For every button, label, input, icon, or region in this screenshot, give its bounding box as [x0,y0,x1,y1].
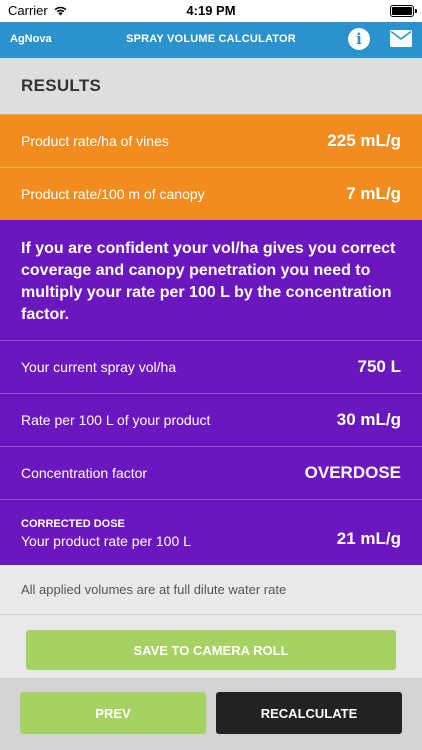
row-value: 21 mL/g [336,529,401,548]
row-value: 30 mL/g [336,410,401,429]
recalculate-button[interactable]: RECALCULATE [216,692,402,734]
rate-per-ha-row: Product rate/ha of vines 225 mL/g [0,114,422,167]
row-label: Product rate/100 m of canopy [21,186,205,202]
corrected-dose-row: CORRECTED DOSE Your product rate per 100… [0,499,422,565]
mail-icon[interactable] [390,30,412,47]
results-header: RESULTS [0,58,422,114]
bottom-bar: PREV RECALCULATE [0,678,422,750]
row-label: Your product rate per 100 L [21,533,191,549]
battery-icon [390,5,417,17]
nav-bar: AgNova SPRAY VOLUME CALCULATOR i [0,22,422,58]
row-value: 750 L [357,357,401,376]
save-to-camera-roll-button[interactable]: SAVE TO CAMERA ROLL [26,630,396,670]
concentration-info-text: If you are confident your vol/ha gives y… [0,220,422,340]
results-heading: RESULTS [21,76,102,95]
rate-per-100l-row: Rate per 100 L of your product 30 mL/g [0,393,422,446]
row-label: Your current spray vol/ha [21,359,177,375]
prev-button[interactable]: PREV [20,692,206,734]
row-value: OVERDOSE [304,463,401,482]
rate-per-100m-row: Product rate/100 m of canopy 7 mL/g [0,167,422,220]
corrected-dose-title: CORRECTED DOSE [21,518,125,530]
spray-vol-row: Your current spray vol/ha 750 L [0,340,422,393]
row-value: 225 mL/g [327,131,401,150]
row-label: Concentration factor [21,465,148,481]
row-label: Rate per 100 L of your product [21,412,211,428]
info-icon[interactable]: i [348,28,370,50]
save-area: SAVE TO CAMERA ROLL [0,615,422,687]
status-bar: Carrier 4:19 PM [0,0,422,22]
row-value: 7 mL/g [346,184,401,203]
concentration-factor-row: Concentration factor OVERDOSE [0,446,422,499]
status-time: 4:19 PM [186,3,236,18]
row-label: Product rate/ha of vines [21,133,169,149]
footnote: All applied volumes are at full dilute w… [0,565,422,615]
